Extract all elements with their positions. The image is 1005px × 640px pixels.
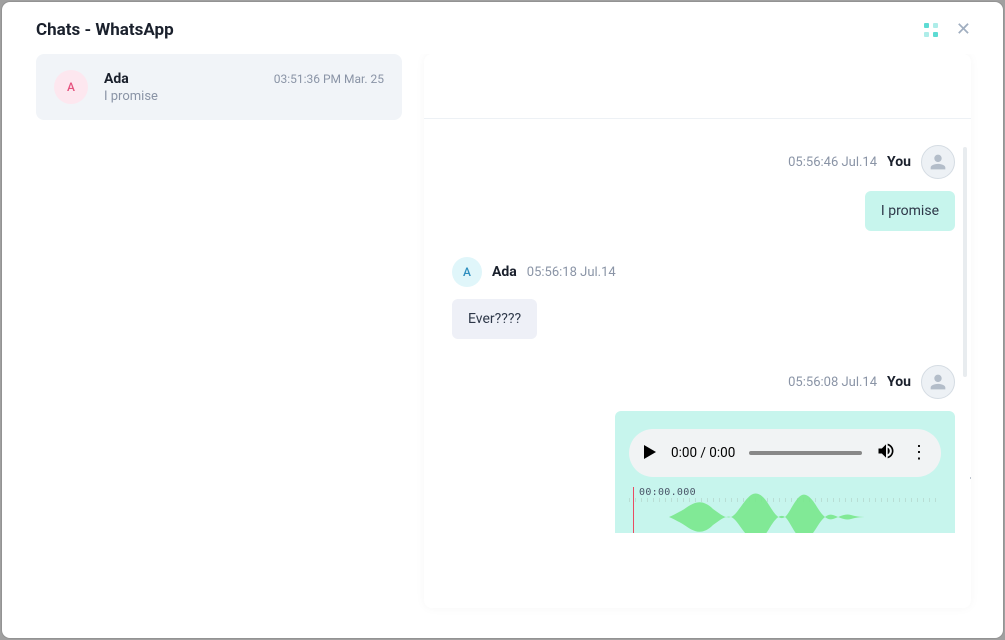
more-icon[interactable]: ⋮ — [910, 444, 927, 462]
message-time: 05:56:46 Jul.14 — [788, 155, 877, 170]
message-block: 05:56:08 Jul.14 You 0:00 / 0 — [452, 365, 955, 533]
chat-item-content: Ada I promise — [104, 71, 258, 104]
window-body: A Ada I promise 03:51:36 PM Mar. 25 05:5… — [2, 54, 1003, 638]
volume-icon[interactable] — [876, 441, 896, 465]
chat-item-name: Ada — [104, 71, 258, 87]
audio-time: 0:00 / 0:00 — [671, 445, 735, 461]
message-block: 05:56:46 Jul.14 You I promise — [452, 145, 955, 231]
conversation-header — [424, 54, 971, 119]
window-title: Chats - WhatsApp — [36, 20, 174, 40]
user-avatar-icon — [921, 365, 955, 399]
message-time: 05:56:18 Jul.14 — [527, 265, 616, 280]
message-row: 0:00 / 0:00 ⋮ — [452, 411, 955, 533]
message-header: A Ada 05:56:18 Jul.14 — [452, 257, 955, 287]
message-block: A Ada 05:56:18 Jul.14 Ever???? — [452, 257, 955, 339]
conversation-panel: 05:56:46 Jul.14 You I promise A Ada — [424, 54, 971, 608]
expand-icon[interactable] — [924, 23, 938, 37]
message-sender: You — [887, 374, 911, 390]
message-row: I promise — [452, 191, 955, 231]
waveform[interactable]: 00:00.000 — [629, 487, 941, 533]
playhead — [633, 487, 634, 533]
play-icon[interactable] — [643, 444, 657, 463]
avatar: A — [54, 70, 88, 104]
chat-list-item[interactable]: A Ada I promise 03:51:36 PM Mar. 25 — [36, 54, 402, 120]
chat-list-sidebar: A Ada I promise 03:51:36 PM Mar. 25 — [36, 54, 402, 608]
waveform-svg — [669, 491, 929, 533]
window-header: Chats - WhatsApp ✕ — [2, 2, 1003, 54]
audio-message: 0:00 / 0:00 ⋮ — [615, 411, 955, 533]
user-avatar-icon — [921, 145, 955, 179]
avatar: A — [452, 257, 482, 287]
download-icon[interactable] — [967, 463, 971, 485]
close-icon[interactable]: ✕ — [956, 21, 971, 39]
scrollbar[interactable] — [963, 147, 967, 377]
chat-item-preview: I promise — [104, 89, 258, 104]
audio-progress[interactable] — [749, 451, 862, 455]
message-list[interactable]: 05:56:46 Jul.14 You I promise A Ada — [424, 119, 971, 608]
message-time: 05:56:08 Jul.14 — [788, 375, 877, 390]
header-actions: ✕ — [924, 21, 971, 39]
message-sender: You — [887, 154, 911, 170]
message-sender: Ada — [492, 264, 517, 280]
message-header: 05:56:46 Jul.14 You — [452, 145, 955, 179]
chat-window: Chats - WhatsApp ✕ A Ada I promise 03:51… — [2, 2, 1003, 638]
message-bubble: I promise — [865, 191, 955, 231]
chat-item-time: 03:51:36 PM Mar. 25 — [274, 72, 384, 86]
message-bubble: Ever???? — [452, 299, 537, 339]
message-row: Ever???? — [452, 299, 955, 339]
message-header: 05:56:08 Jul.14 You — [452, 365, 955, 399]
audio-player: 0:00 / 0:00 ⋮ — [629, 429, 941, 477]
